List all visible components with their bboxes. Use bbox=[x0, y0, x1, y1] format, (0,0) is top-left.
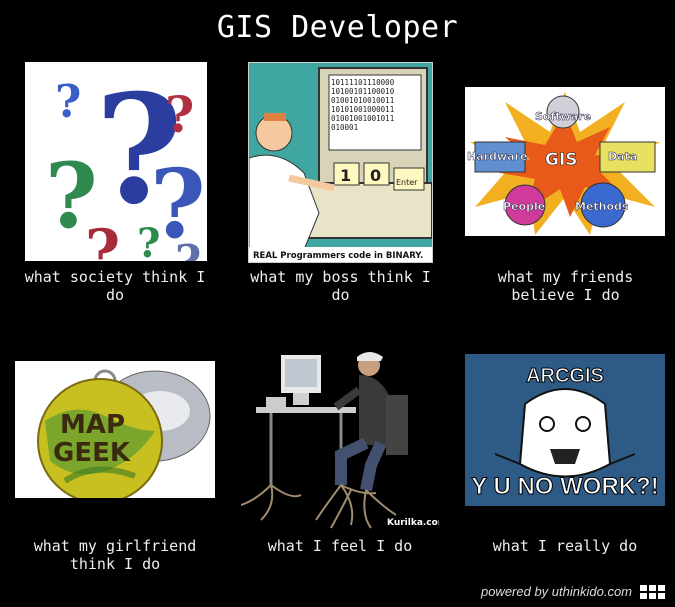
panel-2-image: 10111101110000 10100101100010 0100101001… bbox=[248, 62, 433, 263]
panel-2-caption: what my boss think I do bbox=[250, 268, 431, 304]
svg-text:?: ? bbox=[137, 220, 160, 261]
image-credit: Kurilka.com bbox=[387, 518, 439, 528]
svg-text:Software: Software bbox=[535, 110, 591, 123]
panel-6-image: ARCGIS Y U NO WORK?! bbox=[465, 354, 665, 506]
gis-diagram-icon: GIS Software Hardware Data People Method… bbox=[465, 87, 665, 236]
panel-4-image: MAP GEEK bbox=[15, 361, 215, 498]
svg-text:?: ? bbox=[55, 75, 81, 128]
panel-5-image: Kurilka.com bbox=[241, 345, 439, 529]
rooted-programmer-icon: Kurilka.com bbox=[241, 345, 439, 529]
gis-center-label: GIS bbox=[545, 150, 578, 170]
cartoon-footer-text: REAL Programmers code in BINARY. bbox=[253, 251, 423, 261]
binary-line-3: 01001010010011 bbox=[331, 96, 394, 105]
question-marks-icon: ? ? ? ? ? ? ? ? bbox=[25, 62, 207, 261]
binary-line-4: 10101001000011 bbox=[331, 105, 394, 114]
badge-word-2: GEEK bbox=[53, 438, 131, 468]
svg-text:?: ? bbox=[85, 217, 120, 261]
svg-text:?: ? bbox=[165, 85, 194, 144]
panel-1-caption: what society think I do bbox=[24, 268, 206, 304]
binary-line-2: 10100101100010 bbox=[331, 87, 395, 96]
badge-word-1: MAP bbox=[60, 410, 125, 440]
grid-logo-icon bbox=[640, 584, 665, 599]
meme-top-text: ARCGIS bbox=[526, 365, 604, 387]
svg-text:Hardware: Hardware bbox=[467, 150, 527, 163]
page-title: GIS Developer bbox=[216, 10, 459, 45]
svg-text:Methods: Methods bbox=[575, 200, 629, 213]
svg-text:Data: Data bbox=[608, 150, 637, 163]
panel-3-image: GIS Software Hardware Data People Method… bbox=[465, 87, 665, 236]
svg-text:People: People bbox=[503, 200, 545, 213]
svg-text:?: ? bbox=[175, 235, 201, 261]
panel-3-caption: what my friends believe I do bbox=[497, 268, 634, 304]
svg-text:Enter: Enter bbox=[396, 178, 418, 187]
panel-6-caption: what I really do bbox=[492, 537, 638, 555]
footer-link[interactable]: powered by uthinkido.com bbox=[481, 584, 632, 599]
footer[interactable]: powered by uthinkido.com bbox=[481, 584, 665, 599]
meme-bottom-text: Y U NO WORK?! bbox=[471, 473, 659, 500]
map-geek-button-icon: MAP GEEK bbox=[15, 361, 215, 498]
programmer-cartoon-icon: 10111101110000 10100101100010 0100101001… bbox=[249, 63, 432, 262]
svg-text:0: 0 bbox=[370, 166, 381, 185]
svg-text:1: 1 bbox=[340, 166, 351, 185]
panel-5-caption: what I feel I do bbox=[267, 537, 413, 555]
binary-line-6: 010001 bbox=[331, 123, 358, 132]
y-u-no-meme-icon: ARCGIS Y U NO WORK?! bbox=[465, 354, 665, 506]
panel-1-image: ? ? ? ? ? ? ? ? bbox=[25, 62, 207, 261]
panel-4-caption: what my girlfriend think I do bbox=[33, 537, 197, 573]
binary-line-1: 10111101110000 bbox=[331, 78, 395, 87]
binary-line-5: 01001001001011 bbox=[331, 114, 394, 123]
